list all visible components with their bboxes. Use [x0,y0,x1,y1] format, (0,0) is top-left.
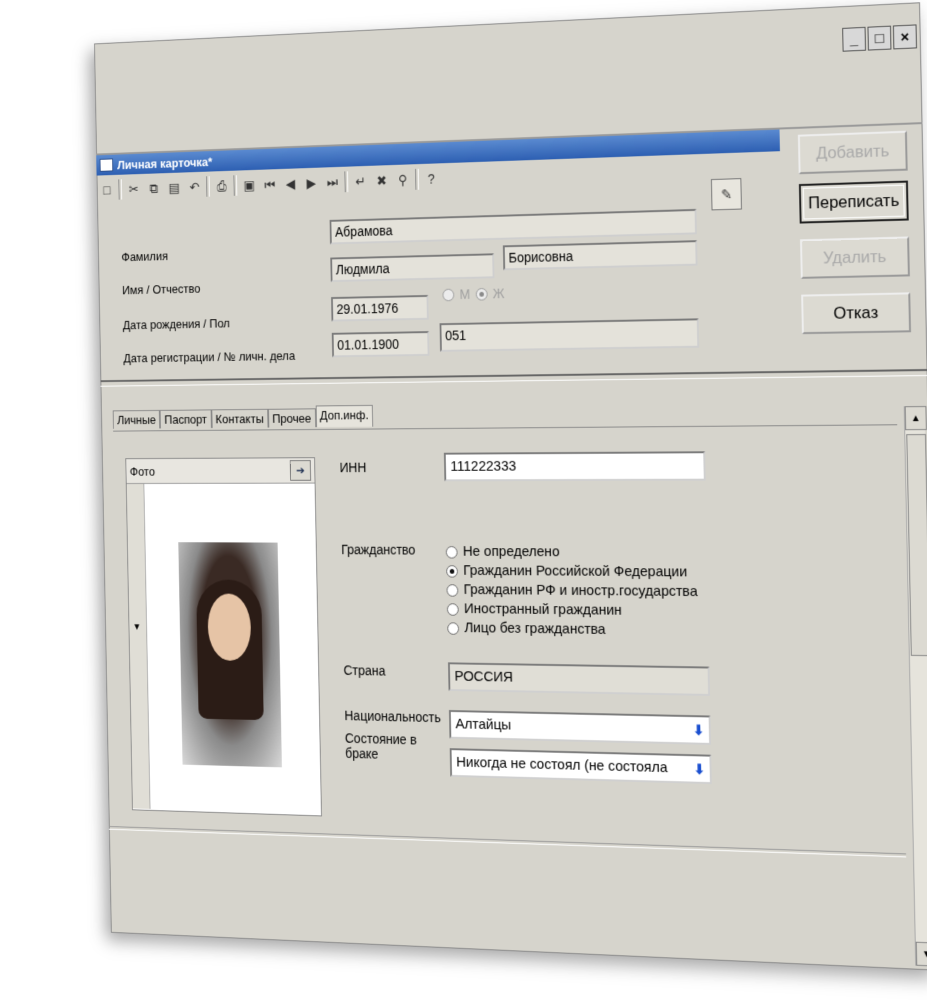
radio-russian-citizen[interactable] [446,564,458,578]
toolbar-separator [233,175,238,196]
nationality-label: Национальность [344,707,441,726]
birth-date-field[interactable]: 29.01.1976 [331,294,429,322]
tab-passport[interactable]: Паспорт [159,409,212,429]
sex-male-radio[interactable] [442,288,455,301]
radio-foreign-citizen[interactable] [446,602,459,616]
tab-additional-info[interactable]: Доп.инф. [315,404,374,428]
birth-sex-label: Дата рождения / Пол [122,316,230,333]
toolbar-separator [415,168,420,190]
bottom-separator [108,826,907,858]
sex-male-label: М [459,286,471,302]
option-label: Не определено [462,543,560,561]
rail-arrow-icon: ▼ [132,622,142,633]
option-label: Лицо без гражданства [464,619,606,638]
enter-icon[interactable]: ↵ [351,172,369,191]
window-title: Личная карточка* [117,154,213,172]
reg-file-label: Дата регистрации / № личн. дела [123,348,296,366]
first-record-icon[interactable]: ⏮ [261,175,279,194]
filter-icon[interactable]: ⚲ [394,170,412,190]
paste-icon[interactable]: ▤ [165,178,182,197]
scroll-up-icon[interactable]: ▲ [904,406,927,431]
marital-combo[interactable]: Никогда не состоял (не состояла ⬇ [449,748,712,785]
vertical-scrollbar[interactable]: ▲ ▼ [903,406,927,967]
window-controls: _ □ × [842,24,918,52]
tab-contacts[interactable]: Контакты [211,408,269,429]
nationality-combo[interactable]: Алтайцы ⬇ [448,710,712,745]
radio-dual-citizen[interactable] [446,583,459,597]
radio-stateless[interactable] [447,621,460,635]
toolbar-separator [206,176,210,197]
inn-label: ИНН [339,459,367,475]
sex-female-radio[interactable] [475,287,488,301]
next-record-icon[interactable]: ▶ [303,173,321,192]
new-icon[interactable]: □ [98,180,115,199]
save-icon[interactable]: ▣ [240,175,258,194]
last-record-icon[interactable]: ⏭ [323,173,341,192]
option-label: Иностранный гражданин [463,600,622,619]
marital-label: Состояние в браке [344,730,417,762]
sex-female-label: Ж [492,285,505,302]
tab-personal[interactable]: Личные [112,409,161,429]
marital-value: Никогда не состоял (не состояла [456,754,668,777]
toolbar-separator [118,179,123,200]
minimize-button[interactable]: _ [842,26,867,52]
reg-date-field[interactable]: 01.01.1900 [331,331,430,358]
photo-header: Фото ➔ [126,458,315,484]
file-number-field[interactable]: 051 [439,318,700,352]
sex-radio-group: М Ж [442,285,505,303]
cut-icon[interactable]: ✂ [125,180,142,199]
undo-icon[interactable]: ↶ [186,177,203,196]
tab-other[interactable]: Прочее [267,408,316,428]
person-photo [178,542,282,768]
patronymic-field[interactable]: Борисовна [502,240,698,271]
photo-side-rail[interactable]: ▼ [126,483,151,809]
dropdown-arrow-icon[interactable]: ⬇ [690,758,708,781]
surname-field[interactable]: Абрамова [329,208,697,245]
option-label: Гражданин РФ и иностр.государства [463,581,698,600]
photo-load-button[interactable]: ➔ [289,460,312,481]
citizenship-option[interactable]: Не определено [445,542,697,562]
scroll-thumb[interactable] [906,434,927,657]
citizenship-option[interactable]: Лицо без гражданства [447,619,698,641]
photo-label: Фото [129,464,156,478]
cancel-button[interactable]: Отказ [801,292,912,335]
copy-icon[interactable]: ⧉ [145,179,162,198]
scroll-down-icon[interactable]: ▼ [915,941,927,967]
citizenship-option[interactable]: Гражданин Российской Федерации [446,561,697,582]
print-icon[interactable]: ⎙ [213,176,230,195]
application-window: _ □ × Личная карточка* □ ✂ ⧉ ▤ ↶ ⎙ ▣ ⏮ ◀… [94,2,927,973]
header-divider [100,368,927,387]
inn-field[interactable]: 111222333 [443,451,706,482]
add-button[interactable]: Добавить [797,130,908,175]
toolbar-separator [344,171,349,193]
tab-strip: Личные Паспорт Контакты Прочее Доп.инф. [112,404,374,429]
photo-panel: Фото ➔ ▼ [125,457,322,817]
edit-note-icon[interactable]: ✎ [710,178,742,211]
first-name-field[interactable]: Людмила [330,253,495,283]
card-icon [99,158,114,172]
country-label: Страна [343,662,386,679]
option-label: Гражданин Российской Федерации [463,562,688,581]
surname-label: Фамилия [121,248,169,264]
radio-undefined[interactable] [445,545,458,559]
name-patronymic-label: Имя / Отчество [122,281,201,298]
help-icon[interactable]: ? [422,169,440,189]
dropdown-arrow-icon[interactable]: ⬇ [689,719,708,741]
delete-record-icon[interactable]: ✖ [373,171,391,191]
citizenship-label: Гражданство [341,541,416,558]
nationality-value: Алтайцы [455,715,512,734]
close-button[interactable]: × [892,24,918,50]
save-button[interactable]: Переписать [798,180,909,224]
citizenship-radio-group: Не определено Гражданин Российской Федер… [445,542,699,641]
delete-button[interactable]: Удалить [800,236,910,279]
prev-record-icon[interactable]: ◀ [282,174,300,193]
citizenship-option[interactable]: Гражданин РФ и иностр.государства [446,580,698,601]
maximize-button[interactable]: □ [867,25,892,51]
personal-card-window: Личная карточка* □ ✂ ⧉ ▤ ↶ ⎙ ▣ ⏮ ◀ ▶ ⏭ ↵… [96,122,927,973]
country-field[interactable]: РОССИЯ [448,662,711,696]
